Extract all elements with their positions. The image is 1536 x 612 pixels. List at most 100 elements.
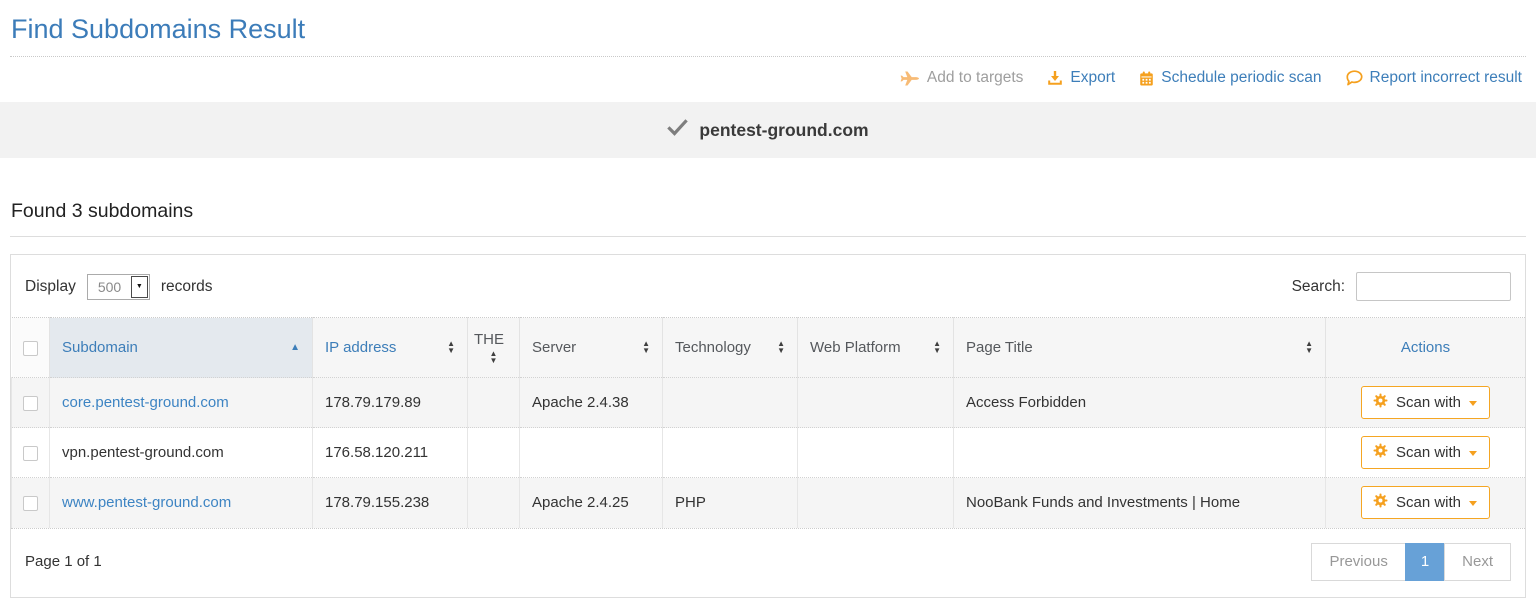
sort-both-icon: ▲▼ [447, 341, 455, 354]
page-title-header-label: Page Title [966, 339, 1033, 356]
results-table: Subdomain ▲ IP address ▲▼ THE ▲▼ [11, 317, 1525, 528]
scan-with-label: Scan with [1396, 394, 1461, 411]
add-to-targets-button[interactable]: Add to targets [900, 69, 1024, 87]
schedule-periodic-scan-button[interactable]: Schedule periodic scan [1139, 69, 1321, 87]
records-per-page-value: 500 [88, 275, 130, 299]
technology-header-label: Technology [675, 339, 751, 356]
table-row: core.pentest-ground.com 178.79.179.89 Ap… [12, 378, 1526, 428]
column-header-ip-address[interactable]: IP address ▲▼ [313, 318, 468, 378]
ip-cell: 178.79.155.238 [313, 478, 468, 528]
ip-cell: 178.79.179.89 [313, 378, 468, 428]
technology-cell [663, 378, 798, 428]
scan-with-button[interactable]: Scan with [1361, 486, 1490, 519]
toolbar: Add to targets Export Schedule periodic … [0, 57, 1536, 91]
row-checkbox-cell [12, 428, 50, 478]
page-title: Find Subdomains Result [11, 13, 1536, 45]
subdomain-link[interactable]: www.pentest-ground.com [62, 494, 231, 511]
records-per-page-control: Display 500 ▼ records [25, 274, 213, 300]
page-1-button[interactable]: 1 [1405, 543, 1445, 581]
pagination: Previous 1 Next [1311, 543, 1511, 581]
table-footer: Page 1 of 1 Previous 1 Next [11, 528, 1525, 597]
gear-icon [1373, 443, 1388, 462]
scan-with-label: Scan with [1396, 494, 1461, 511]
technology-cell [663, 428, 798, 478]
results-table-container: Display 500 ▼ records Search: [10, 254, 1526, 598]
subdomain-cell: www.pentest-ground.com [50, 478, 313, 528]
sort-ascending-icon: ▲ [290, 342, 300, 353]
subdomain-header-label: Subdomain [62, 339, 138, 356]
gear-icon [1373, 393, 1388, 412]
report-label: Report incorrect result [1370, 69, 1522, 87]
download-icon [1047, 70, 1063, 86]
caret-down-icon [1469, 401, 1477, 406]
the-cell [468, 378, 520, 428]
ip-header-label: IP address [325, 339, 396, 356]
web-platform-cell [798, 478, 954, 528]
column-header-server[interactable]: Server ▲▼ [520, 318, 663, 378]
web-platform-cell [798, 378, 954, 428]
the-cell [468, 478, 520, 528]
calendar-icon [1139, 71, 1154, 86]
export-label: Export [1070, 69, 1115, 87]
column-header-technology[interactable]: Technology ▲▼ [663, 318, 798, 378]
page-title-cell: Access Forbidden [954, 378, 1326, 428]
speech-bubble-icon [1346, 70, 1363, 86]
table-row: www.pentest-ground.com 178.79.155.238 Ap… [12, 478, 1526, 528]
actions-cell: Scan with [1326, 478, 1526, 528]
sort-both-icon: ▲▼ [933, 341, 941, 354]
add-to-targets-label: Add to targets [927, 69, 1024, 87]
target-bar: pentest-ground.com [0, 102, 1536, 158]
row-checkbox[interactable] [23, 396, 38, 411]
row-checkbox[interactable] [23, 446, 38, 461]
page-title-cell [954, 428, 1326, 478]
target-domain: pentest-ground.com [699, 120, 868, 141]
column-header-web-platform[interactable]: Web Platform ▲▼ [798, 318, 954, 378]
search-input[interactable] [1356, 272, 1511, 301]
web-platform-header-label: Web Platform [810, 339, 901, 356]
ip-cell: 176.58.120.211 [313, 428, 468, 478]
table-controls: Display 500 ▼ records Search: [11, 255, 1525, 317]
the-cell [468, 428, 520, 478]
scan-with-button[interactable]: Scan with [1361, 436, 1490, 469]
records-per-page-select[interactable]: 500 ▼ [87, 274, 150, 300]
page-info: Page 1 of 1 [25, 553, 102, 570]
scan-with-label: Scan with [1396, 444, 1461, 461]
report-incorrect-result-button[interactable]: Report incorrect result [1346, 69, 1522, 87]
column-header-page-title[interactable]: Page Title ▲▼ [954, 318, 1326, 378]
subdomain-cell: core.pentest-ground.com [50, 378, 313, 428]
server-header-label: Server [532, 339, 576, 356]
actions-cell: Scan with [1326, 378, 1526, 428]
sort-both-icon: ▲▼ [1305, 341, 1313, 354]
scan-with-button[interactable]: Scan with [1361, 386, 1490, 419]
column-header-the[interactable]: THE ▲▼ [468, 318, 520, 378]
actions-header-label: Actions [1401, 339, 1450, 356]
check-icon [667, 119, 688, 141]
subdomain-link[interactable]: core.pentest-ground.com [62, 394, 229, 411]
next-page-button[interactable]: Next [1444, 543, 1511, 581]
table-row: vpn.pentest-ground.com 176.58.120.211 Sc… [12, 428, 1526, 478]
server-cell: Apache 2.4.38 [520, 378, 663, 428]
select-all-header [12, 318, 50, 378]
search-control: Search: [1292, 272, 1511, 301]
find-subdomains-page: Find Subdomains Result Add to targets Ex… [0, 13, 1536, 598]
gear-icon [1373, 493, 1388, 512]
plane-icon [900, 71, 920, 86]
previous-page-button[interactable]: Previous [1311, 543, 1405, 581]
display-label: Display [25, 278, 76, 296]
schedule-label: Schedule periodic scan [1161, 69, 1321, 87]
search-label: Search: [1292, 278, 1345, 296]
column-header-actions: Actions [1326, 318, 1526, 378]
row-checkbox[interactable] [23, 496, 38, 511]
export-button[interactable]: Export [1047, 69, 1115, 87]
row-checkbox-cell [12, 378, 50, 428]
subdomain-cell: vpn.pentest-ground.com [50, 428, 313, 478]
server-cell [520, 428, 663, 478]
the-header-label: THE [474, 331, 504, 348]
select-arrow-icon: ▼ [131, 276, 148, 298]
row-checkbox-cell [12, 478, 50, 528]
results-heading: Found 3 subdomains [10, 200, 1526, 237]
select-all-checkbox[interactable] [23, 341, 38, 356]
actions-cell: Scan with [1326, 428, 1526, 478]
column-header-subdomain[interactable]: Subdomain ▲ [50, 318, 313, 378]
sort-both-icon: ▲▼ [642, 341, 650, 354]
